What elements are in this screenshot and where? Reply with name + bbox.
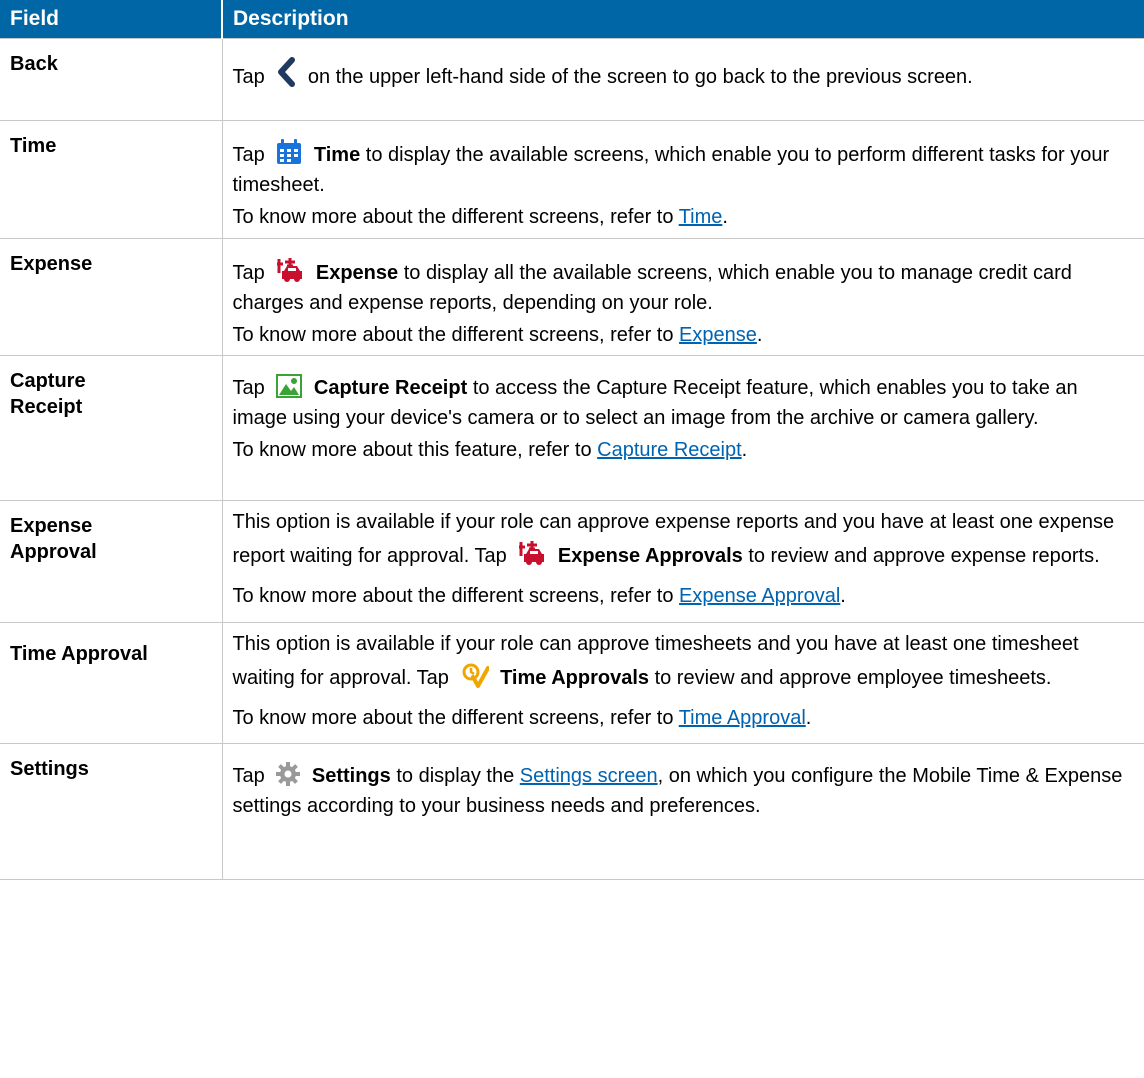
table-row: Expense Approval This option is availabl… [0,499,1144,623]
desc-text: Tap [232,65,265,88]
table-row: Back Tap on the upper left-hand side of … [0,37,1144,121]
gear-icon [276,761,301,793]
punctuation: . [741,438,748,461]
table-row: Capture Receipt Tap Capture Receipt to a… [0,354,1144,501]
calendar-icon [276,138,302,172]
table-row: Expense Tap Expense to display all the a… [0,237,1144,356]
field-back: Back [0,37,223,121]
desc-text: To know more about the different screens… [232,584,674,607]
desc-text: To know more about this feature, refer t… [232,438,592,461]
link-time-approval[interactable]: Time Approval [679,707,806,729]
desc-text: Tap [232,143,265,166]
desc-bold: Capture Receipt [313,376,468,399]
desc-text: Tap [232,764,265,787]
link-capture-receipt[interactable]: Capture Receipt [597,439,742,461]
desc-text: to display the available screens, which … [232,143,1110,196]
field-line: Expense [10,514,93,537]
time-approval-icon [461,662,490,699]
desc-text: on the upper left-hand side of the scree… [307,65,973,88]
punctuation: . [840,584,846,607]
header-description: Description [222,0,1144,38]
description-settings: Tap Settings to display the Settings scr… [222,742,1144,880]
desc-text: Tap [232,376,265,399]
field-description-table: Field Description Back Tap on the upper … [0,0,1144,880]
field-time-approval: Time Approval [0,621,223,744]
image-icon [276,373,303,405]
description-time: Tap Time to display the available screen… [222,119,1144,239]
chevron-left-icon [276,56,296,94]
desc-bold: Settings [311,764,391,787]
desc-text: To know more about the different screens… [232,323,674,346]
desc-text: To know more about the different screens… [232,706,674,729]
punctuation: . [722,205,728,228]
description-capture-receipt: Tap Capture Receipt to access the Captur… [222,354,1144,501]
desc-text: to display the [396,764,515,787]
desc-bold: Expense Approvals [557,544,743,567]
desc-text: To know more about the different screens… [232,205,674,228]
description-expense: Tap Expense to display all the available… [222,237,1144,356]
field-expense: Expense [0,237,223,356]
desc-text: to review and approve employee timesheet… [654,666,1052,689]
table-row: Time Tap Time to display the available s… [0,119,1144,239]
field-line: Approval [10,540,97,563]
desc-bold: Expense [315,261,399,284]
desc-text: to review and approve expense reports. [748,544,1100,567]
description-back: Tap on the upper left-hand side of the s… [222,37,1144,121]
punctuation: . [756,323,763,346]
table-row: Time Approval This option is available i… [0,621,1144,744]
field-expense-approval: Expense Approval [0,499,223,623]
table-row: Settings Tap Settings to display the Set… [0,742,1144,880]
table-header-row: Field Description [0,0,1144,38]
description-time-approval: This option is available if your role ca… [222,621,1144,744]
link-expense[interactable]: Expense [679,324,757,346]
link-expense-approval[interactable]: Expense Approval [679,585,840,607]
field-line: Receipt [10,395,83,418]
travel-expense-icon [276,257,304,290]
field-line: Capture [10,369,86,392]
field-time: Time [0,119,223,239]
header-field: Field [0,0,223,38]
link-time[interactable]: Time [679,206,723,228]
punctuation: . [805,706,812,729]
description-expense-approval: This option is available if your role ca… [222,499,1144,623]
field-capture-receipt: Capture Receipt [0,354,223,501]
desc-bold: Time [313,143,361,166]
desc-text: Tap [232,261,265,284]
travel-expense-icon [518,540,546,577]
field-settings: Settings [0,742,223,880]
desc-bold: Time Approvals [500,666,649,689]
link-settings-screen[interactable]: Settings screen [520,765,658,787]
